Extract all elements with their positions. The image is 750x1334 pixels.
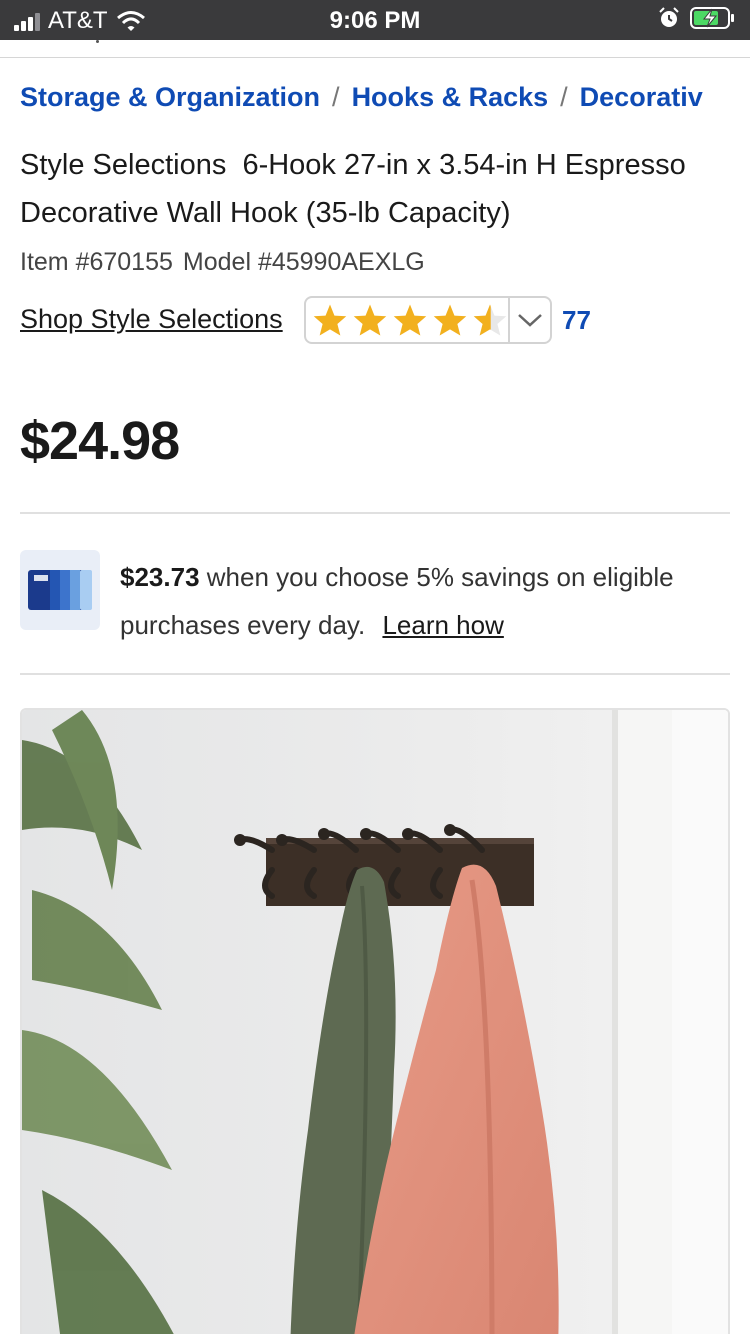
product-image[interactable]	[20, 708, 730, 1334]
star-icon	[393, 304, 427, 336]
learn-how-link[interactable]: Learn how	[382, 610, 503, 640]
divider	[20, 512, 730, 514]
rating-widget[interactable]	[304, 296, 552, 344]
divider	[20, 673, 730, 675]
breadcrumb-decorative[interactable]: Decorativ	[580, 82, 703, 112]
product-price: $24.98	[20, 411, 180, 471]
status-right	[658, 6, 736, 30]
header-divider	[0, 57, 750, 58]
chevron-down-icon	[518, 314, 542, 327]
model-number: Model #45990AEXLG	[182, 248, 425, 276]
alarm-icon	[659, 7, 679, 27]
product-title: Style Selections 6-Hook 27-in x 3.54-in …	[20, 149, 694, 229]
savings-amount: $23.73	[120, 562, 200, 592]
status-time: 9:06 PM	[329, 7, 421, 34]
star-icon	[313, 304, 347, 336]
half-star-icon	[473, 304, 507, 336]
star-icon	[433, 304, 467, 336]
rating-expand-button[interactable]	[510, 312, 550, 328]
item-number: Item #670155	[20, 248, 173, 276]
star-rating	[306, 298, 510, 342]
review-count-link[interactable]: 77	[562, 305, 591, 336]
breadcrumb-separator: /	[560, 82, 568, 112]
product-photo	[22, 710, 728, 1334]
star-icon	[353, 304, 387, 336]
savings-offer: $23.73 when you choose 5% savings on eli…	[120, 553, 680, 649]
shop-brand-link[interactable]: Shop Style Selections	[20, 304, 283, 335]
product-identifiers: Item #670155 Model #45990AEXLG	[20, 248, 425, 277]
scrolled-content-remnant	[96, 40, 99, 43]
breadcrumb-separator: /	[332, 82, 340, 112]
breadcrumb-hooks-racks[interactable]: Hooks & Racks	[352, 82, 549, 112]
breadcrumb: Storage & Organization / Hooks & Racks / Dec…	[20, 82, 732, 113]
status-bar: AT&T 9:06 PM	[0, 0, 750, 40]
battery-charging-icon	[690, 7, 734, 29]
breadcrumb-storage-organization[interactable]: Storage & Organization	[20, 82, 320, 112]
credit-card-icon	[20, 550, 100, 630]
